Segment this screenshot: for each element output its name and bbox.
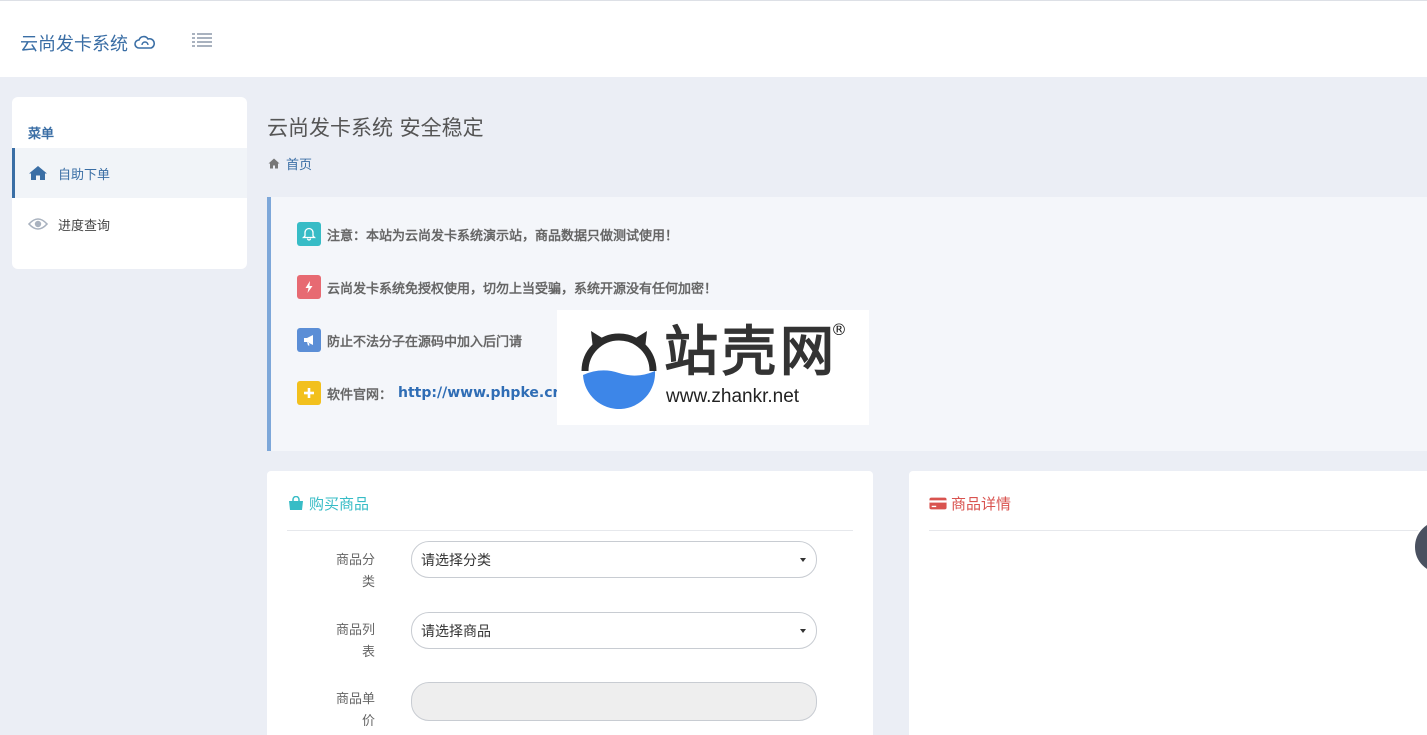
notice-item: 云尚发卡系统免授权使用，切勿上当受骗，系统开源没有任何加密！ [297,275,717,299]
home-icon [29,166,47,180]
unit-price-field [411,682,817,721]
sidebar-item-self-order[interactable]: 自助下单 [12,148,247,198]
page-title: 云尚发卡系统 安全稳定 [267,116,484,140]
divider [929,530,1427,531]
detail-panel-title: 商品详情 [951,495,1012,513]
label-line: 价 [361,714,375,729]
breadcrumb[interactable]: 首页 [268,154,312,173]
bolt-icon [297,275,321,299]
product-detail-panel: 商品详情 [909,471,1427,735]
notice-text: 云尚发卡系统免授权使用，切勿上当受骗，系统开源没有任何加密！ [327,281,718,297]
notice-text: 防止不法分子在源码中加入后门请 [327,334,523,350]
product-select-value: 请选择商品 [421,623,491,640]
product-select[interactable]: 请选择商品 [411,612,817,649]
category-label: 商品分 类 [327,550,375,594]
buy-panel: 购买商品 商品分 类 请选择分类 商品列 表 请选择商品 商品单 价 [267,471,873,735]
notice-item: 防止不法分子在源码中加入后门请 [297,328,522,352]
product-list-label: 商品列 表 [327,620,375,664]
list-icon[interactable] [192,32,212,48]
breadcrumb-home[interactable]: 首页 [286,154,312,173]
watermark-title: 站壳网 [664,320,838,383]
plus-icon [297,381,321,405]
category-select-value: 请选择分类 [421,552,491,569]
brand[interactable]: 云尚发卡系统 [20,30,156,56]
top-navbar: 云尚发卡系统 [0,0,1427,77]
notice-item: 注意：本站为云尚发卡系统演示站，商品数据只做测试使用！ [297,222,678,246]
credit-card-icon [929,497,947,510]
chevron-down-icon [800,629,806,633]
notice-text: 软件官网： [327,387,393,403]
sidebar-heading: 菜单 [28,127,55,142]
sidebar-item-label: 进度查询 [58,218,111,234]
notice-text: 注意：本站为云尚发卡系统演示站，商品数据只做测试使用！ [327,228,679,244]
sidebar-item-progress-query[interactable]: 进度查询 [12,199,247,249]
home-icon [268,158,280,169]
label-line: 商品列 [335,623,375,638]
label-line: 商品单 [335,692,375,707]
chevron-down-icon [800,558,806,562]
notice-item: 软件官网： http://www.phpke.cn [297,381,562,405]
eye-icon [28,218,48,230]
label-line: 类 [361,575,375,590]
label-line: 表 [361,645,375,660]
sidebar: 菜单 自助下单 进度查询 [12,97,247,269]
buy-panel-header: 购买商品 [287,493,369,514]
official-site-link[interactable]: http://www.phpke.cn [398,385,562,401]
buy-panel-title: 购买商品 [309,495,370,513]
watermark-url: www.zhankr.net [666,386,800,407]
sidebar-item-label: 自助下单 [58,167,111,183]
watermark: 站壳网 ® www.zhankr.net [557,310,869,425]
label-line: 商品分 [335,553,375,568]
category-select[interactable]: 请选择分类 [411,541,817,578]
detail-panel-header: 商品详情 [929,493,1011,514]
zhankr-logo-icon [581,331,657,409]
bell-icon [297,222,321,246]
unit-price-label: 商品单 价 [327,689,375,733]
cloud-icon [134,35,155,49]
registered-mark: ® [831,320,847,339]
divider [287,530,853,531]
megaphone-icon [297,328,321,352]
brand-title[interactable]: 云尚发卡系统 [20,30,128,56]
shopping-bag-icon [289,496,303,510]
